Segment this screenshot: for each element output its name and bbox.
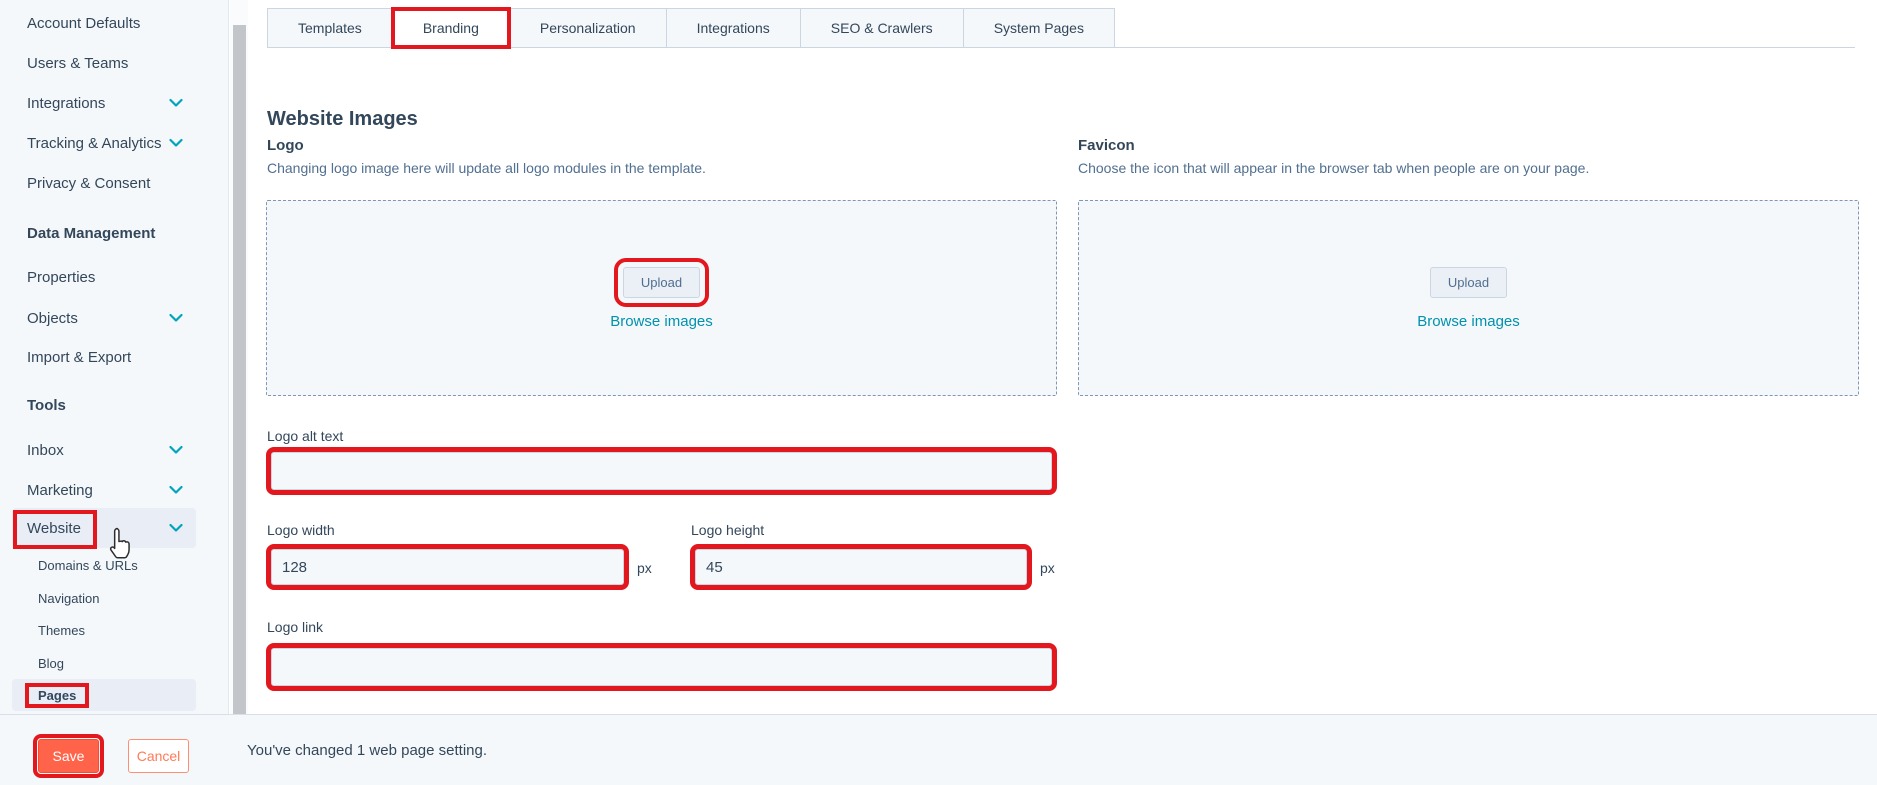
sidebar-item-label: Data Management (27, 225, 155, 242)
sidebar-item-domains-urls[interactable]: Domains & URLs (12, 549, 196, 581)
logo-upload-dropzone[interactable]: Upload Browse images (266, 200, 1057, 396)
sidebar-item-label: Marketing (27, 482, 93, 499)
cancel-button[interactable]: Cancel (128, 739, 189, 773)
logo-alt-text-label: Logo alt text (267, 428, 343, 444)
chevron-down-icon (168, 137, 184, 149)
sidebar-item-label: Pages (38, 688, 76, 703)
sidebar-item-label: Properties (27, 269, 95, 286)
sidebar-item-privacy-consent[interactable]: Privacy & Consent (12, 163, 196, 203)
settings-sidebar: Account Defaults Users & Teams Integration… (0, 0, 229, 714)
logo-section-description: Changing logo image here will update all… (267, 160, 706, 176)
sidebar-item-label: Inbox (27, 442, 64, 459)
logo-height-label: Logo height (691, 522, 764, 538)
sidebar-item-import-export[interactable]: Import & Export (12, 337, 196, 377)
sidebar-item-blog[interactable]: Blog (12, 647, 196, 679)
favicon-upload-button[interactable]: Upload (1430, 267, 1507, 298)
page-title: Website Images (267, 108, 418, 131)
favicon-section-title: Favicon (1078, 137, 1135, 154)
tab-personalization[interactable]: Personalization (509, 8, 667, 48)
save-button[interactable]: Save (38, 739, 99, 773)
sidebar-item-properties[interactable]: Properties (12, 257, 196, 297)
sidebar-item-users-teams[interactable]: Users & Teams (12, 43, 196, 83)
sidebar-item-website[interactable]: Website (12, 508, 196, 548)
sidebar-item-tracking-analytics[interactable]: Tracking & Analytics (12, 123, 196, 163)
chevron-down-icon (168, 522, 184, 534)
sidebar-item-label: Themes (38, 623, 85, 638)
settings-footer: Save Cancel You've changed 1 web page se… (0, 714, 1877, 785)
sidebar-item-label: Tracking & Analytics (27, 135, 162, 152)
logo-width-label: Logo width (267, 522, 335, 538)
tab-seo-crawlers[interactable]: SEO & Crawlers (800, 8, 964, 48)
sidebar-item-objects[interactable]: Objects (12, 298, 196, 338)
sidebar-item-label: Blog (38, 656, 64, 671)
logo-height-input[interactable] (695, 549, 1027, 585)
tab-bar: TemplatesBrandingPersonalizationIntegrat… (267, 8, 1115, 48)
favicon-browse-images-link[interactable]: Browse images (1417, 313, 1520, 330)
sidebar-item-pages[interactable]: Pages (12, 679, 196, 711)
logo-upload-button[interactable]: Upload (623, 267, 700, 298)
sidebar-item-label: Objects (27, 310, 78, 327)
sidebar-item-label: Website (27, 520, 81, 537)
settings-page: Account Defaults Users & Teams Integration… (0, 0, 1877, 785)
chevron-down-icon (168, 484, 184, 496)
tab-system-pages[interactable]: System Pages (963, 8, 1115, 48)
unsaved-changes-message: You've changed 1 web page setting. (247, 715, 487, 785)
logo-section-title: Logo (267, 137, 304, 154)
sidebar-item-label: Account Defaults (27, 15, 140, 32)
sidebar-section-tools: Tools (12, 385, 196, 425)
chevron-down-icon (168, 312, 184, 324)
sidebar-item-marketing[interactable]: Marketing (12, 470, 196, 510)
sidebar-item-label: Integrations (27, 95, 105, 112)
logo-browse-images-link[interactable]: Browse images (610, 313, 713, 330)
sidebar-item-account-defaults[interactable]: Account Defaults (12, 3, 196, 43)
chevron-down-icon (168, 444, 184, 456)
sidebar-item-label: Privacy & Consent (27, 175, 150, 192)
favicon-section-description: Choose the icon that will appear in the … (1078, 160, 1589, 176)
tab-branding[interactable]: Branding (392, 8, 510, 48)
sidebar-item-label: Domains & URLs (38, 558, 138, 573)
favicon-upload-dropzone[interactable]: Upload Browse images (1078, 200, 1859, 396)
logo-width-unit: px (637, 560, 652, 576)
sidebar-item-label: Tools (27, 397, 66, 414)
sidebar-item-label: Import & Export (27, 349, 131, 366)
tab-templates[interactable]: Templates (267, 8, 393, 48)
sidebar-item-navigation[interactable]: Navigation (12, 582, 196, 614)
sidebar-item-integrations[interactable]: Integrations (12, 83, 196, 123)
chevron-down-icon (168, 97, 184, 109)
sidebar-item-label: Users & Teams (27, 55, 128, 72)
sidebar-section-data-management: Data Management (12, 213, 196, 253)
sidebar-item-themes[interactable]: Themes (12, 614, 196, 646)
sidebar-item-inbox[interactable]: Inbox (12, 430, 196, 470)
logo-height-unit: px (1040, 560, 1055, 576)
logo-link-input[interactable] (271, 648, 1052, 686)
logo-link-label: Logo link (267, 619, 323, 635)
logo-alt-text-input[interactable] (271, 452, 1052, 490)
sidebar-item-label: Navigation (38, 591, 99, 606)
logo-width-input[interactable] (271, 549, 624, 585)
sidebar-scrollbar-thumb[interactable] (233, 25, 246, 714)
tab-integrations[interactable]: Integrations (666, 8, 801, 48)
